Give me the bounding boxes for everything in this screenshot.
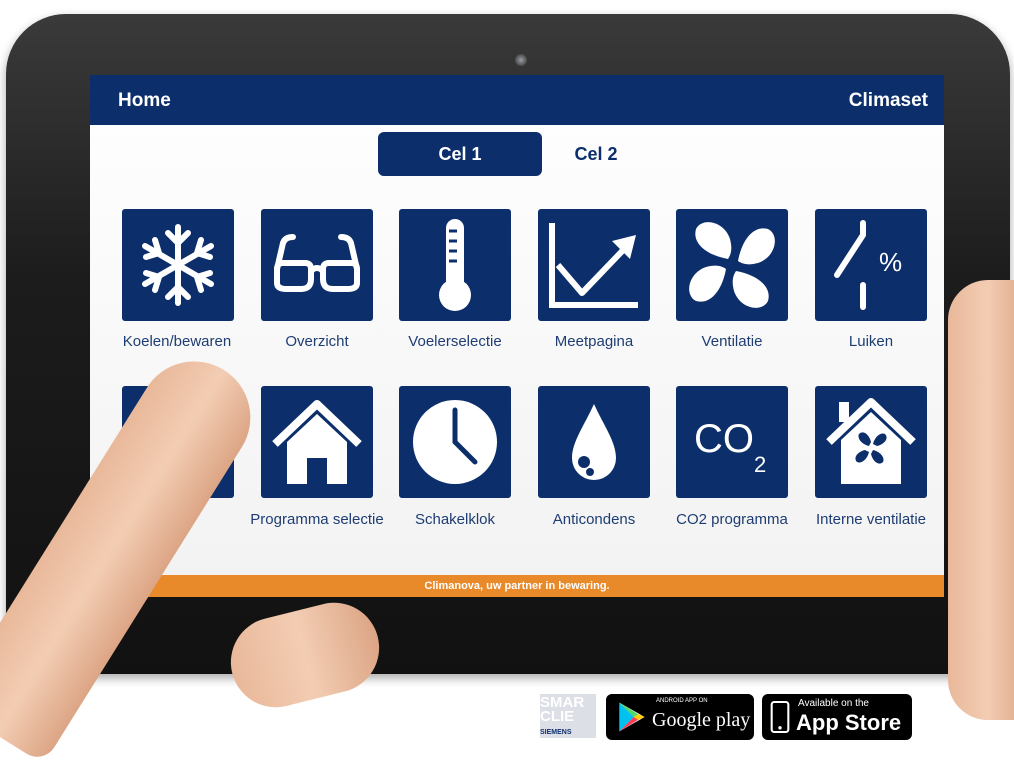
tile-label: Ventilatie [701,333,763,350]
header-bar: Home Climaset [90,75,944,125]
tile-voelerselectie[interactable] [399,209,511,321]
tab-cel-1[interactable]: Cel 1 [378,132,542,176]
google-play-text: Google play [652,709,751,731]
cell-tabs: Cel 1 Cel 2 [378,132,678,176]
brand-title: Climaset [848,90,928,111]
tile-interne-ventilatie[interactable] [815,386,927,498]
camera [515,54,527,66]
snowflake-icon [142,224,214,306]
chart-icon [549,223,638,308]
glasses-icon [274,234,360,292]
apple-small-text: Available on the [798,698,869,709]
house-icon [272,400,362,484]
phone-icon [770,700,790,734]
tile-programma-selectie[interactable] [261,386,373,498]
app-store-badge[interactable]: Available on the App Store [762,694,912,740]
hatch-percent-icon: % [834,220,902,310]
co2-subscript: 2 [754,452,766,477]
tile-ventilatie[interactable] [676,209,788,321]
tile-co2-programma[interactable]: CO 2 [676,386,788,498]
co2-text: CO [694,417,754,461]
footer-tagline: Climanova, uw partner in bewaring. [90,575,944,597]
tile-label: Overzicht [285,333,349,350]
house-fan-icon [826,398,916,484]
smart-client-logo: SMAR CLIE SIEMENS [540,694,596,738]
tile-luiken[interactable]: % [815,209,927,321]
tile-anticondens[interactable] [538,386,650,498]
tile-label: Meetpagina [554,333,634,350]
right-hand [948,280,1014,720]
google-play-icon [619,702,645,732]
tile-label: Anticondens [552,511,636,528]
clock-icon [413,400,497,484]
siemens-text: SIEMENS [540,729,572,736]
tile-label: CO2 programma [676,511,788,528]
tile-schakelklok[interactable] [399,386,511,498]
fan-icon [689,222,775,308]
tile-meetpagina[interactable] [538,209,650,321]
tile-koelen-bewaren[interactable] [122,209,234,321]
svg-text:%: % [879,247,902,277]
tile-label: Koelen/bewaren [122,333,232,350]
google-small-text: ANDROID APP ON [656,698,708,704]
smart-text: SMAR CLIE [540,694,585,725]
tile-label: Programma selectie [250,511,384,528]
tab-cel-2[interactable]: Cel 2 [536,132,656,176]
tile-label: Interne ventilatie [815,511,927,528]
drop-icon [572,404,616,480]
co2-icon: CO 2 [694,417,766,477]
tile-label: Schakelklok [414,511,496,528]
google-play-badge[interactable]: ANDROID APP ON Google play [606,694,754,740]
tile-overzicht[interactable] [261,209,373,321]
tile-label: Luiken [848,333,894,350]
tile-label: Voelerselectie [408,333,502,350]
home-link[interactable]: Home [118,90,171,112]
app-screen: Home Climaset Cel 1 Cel 2 % Koelen/bewar… [90,75,944,597]
thermometer-icon [439,219,471,311]
app-store-text: App Store [796,710,902,735]
